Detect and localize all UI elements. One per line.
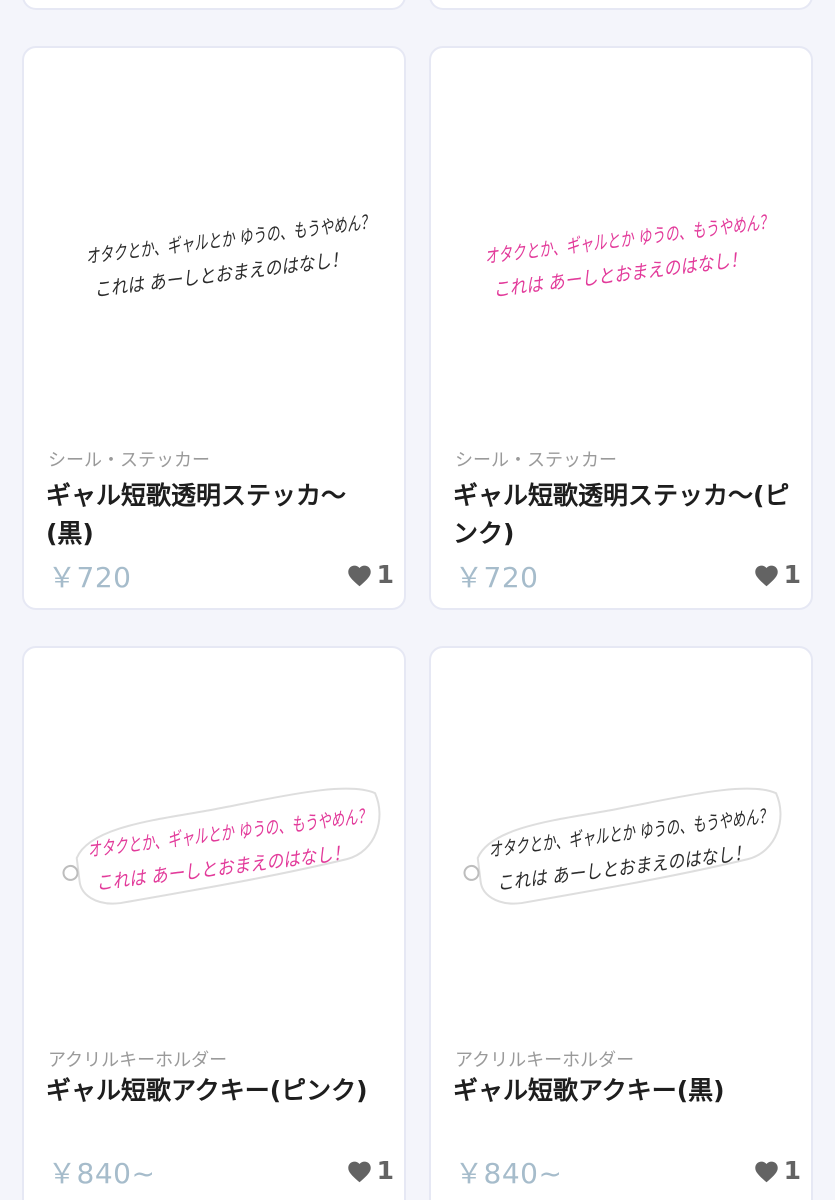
product-grid: オタクとか、ギャルとか ゆうの、もうやめん？ これは あーしとおまえのはなし！ … [0,0,835,1200]
product-category: アクリルキーホルダー [48,1050,228,1071]
keyring-hole [463,864,480,881]
favorite-count: 1 [376,1156,394,1185]
product-title[interactable]: ギャル短歌透明ステッカ〜(ピンク) [453,477,798,553]
product-title[interactable]: ギャル短歌透明ステッカ〜(黒) [46,477,391,553]
favorite-count: 1 [783,560,801,589]
product-title[interactable]: ギャル短歌アクキー(ピンク) [46,1072,391,1110]
product-image-keychain: オタクとか、ギャルとか ゆうの、もうやめん？ これは あーしとおまえのはなし！ [463,787,782,905]
product-image-sticker: オタクとか、ギャルとか ゆうの、もうやめん？ これは あーしとおまえのはなし！ [85,211,376,301]
product-card[interactable]: オタクとか、ギャルとか ゆうの、もうやめん？ これは あーしとおまえのはなし！ … [429,646,813,1200]
heart-icon [347,565,371,586]
favorite-count: 1 [783,1156,801,1185]
product-card-previous-left[interactable] [22,0,406,10]
product-price: ￥840~ [455,1157,563,1190]
product-category: シール・ステッカー [48,450,210,471]
product-image-sticker: オタクとか、ギャルとか ゆうの、もうやめん？ これは あーしとおまえのはなし！ [484,211,775,301]
heart-icon [754,1161,778,1182]
product-price: ￥720 [455,561,539,594]
product-thumbnail[interactable]: オタクとか、ギャルとか ゆうの、もうやめん？ これは あーしとおまえのはなし！ [431,48,811,448]
favorite-count: 1 [376,560,394,589]
favorite-button[interactable]: 1 [753,560,801,589]
product-price: ￥840~ [48,1157,156,1190]
product-category: シール・ステッカー [455,450,617,471]
favorite-button[interactable]: 1 [753,1156,801,1185]
keyring-hole [62,864,79,881]
heart-icon [347,1161,371,1182]
product-card[interactable]: オタクとか、ギャルとか ゆうの、もうやめん？ これは あーしとおまえのはなし！ … [22,46,406,610]
favorite-button[interactable]: 1 [346,1156,394,1185]
product-title[interactable]: ギャル短歌アクキー(黒) [453,1072,798,1110]
product-category: アクリルキーホルダー [455,1050,635,1071]
product-image-keychain: オタクとか、ギャルとか ゆうの、もうやめん？ これは あーしとおまえのはなし！ [62,787,381,905]
product-card[interactable]: オタクとか、ギャルとか ゆうの、もうやめん？ これは あーしとおまえのはなし！ … [22,646,406,1200]
product-price: ￥720 [48,561,132,594]
product-card[interactable]: オタクとか、ギャルとか ゆうの、もうやめん？ これは あーしとおまえのはなし！ … [429,46,813,610]
product-card-previous-right[interactable] [429,0,813,10]
product-thumbnail[interactable]: オタクとか、ギャルとか ゆうの、もうやめん？ これは あーしとおまえのはなし！ [24,648,404,1048]
product-thumbnail[interactable]: オタクとか、ギャルとか ゆうの、もうやめん？ これは あーしとおまえのはなし！ [431,648,811,1048]
product-thumbnail[interactable]: オタクとか、ギャルとか ゆうの、もうやめん？ これは あーしとおまえのはなし！ [24,48,404,448]
heart-icon [754,565,778,586]
favorite-button[interactable]: 1 [346,560,394,589]
